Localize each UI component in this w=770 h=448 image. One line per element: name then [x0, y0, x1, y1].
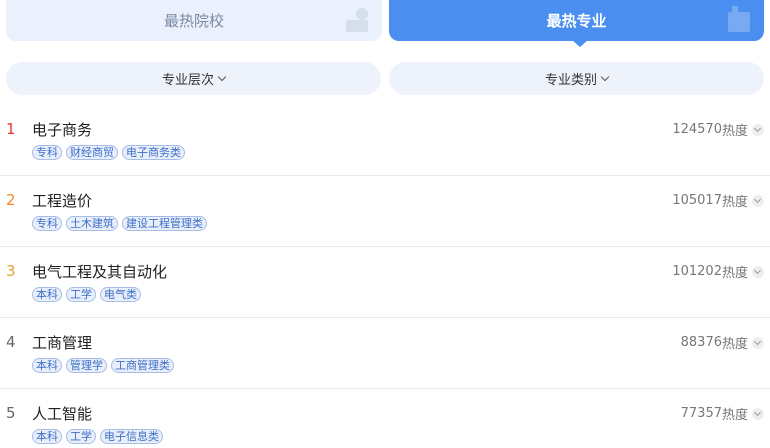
heat-suffix: 热度 — [721, 337, 748, 352]
heat-value: 88376 热度 — [681, 333, 764, 352]
chevron-down-icon — [600, 72, 610, 81]
active-tab-pointer — [572, 40, 588, 47]
heat-number: 124570 — [672, 122, 722, 137]
school-decoration-icon — [346, 8, 368, 32]
tag-level: 本科 — [32, 429, 62, 444]
expand-chevron-icon[interactable] — [752, 123, 764, 136]
tag-discipline: 管理学 — [66, 358, 107, 373]
major-category-dropdown[interactable]: 专业类别 — [389, 62, 764, 95]
heat-suffix: 热度 — [721, 124, 748, 139]
tag-level: 专科 — [32, 216, 62, 231]
major-level-dropdown[interactable]: 专业层次 — [6, 62, 381, 95]
tag-category: 电子商务类 — [122, 145, 185, 160]
major-decoration-icon — [728, 6, 750, 32]
filter-bar: 专业层次 专业类别 — [6, 62, 764, 95]
list-item[interactable]: 5 人工智能 本科 工学 电子信息类 77357 热度 — [0, 389, 770, 448]
tag-group: 本科 管理学 工商管理类 — [32, 358, 174, 373]
list-item[interactable]: 4 工商管理 本科 管理学 工商管理类 88376 热度 — [0, 318, 770, 389]
tag-category: 建设工程管理类 — [122, 216, 207, 231]
tag-category: 电气类 — [100, 287, 141, 302]
tag-discipline: 工学 — [66, 429, 96, 444]
tag-group: 专科 土木建筑 建设工程管理类 — [32, 216, 207, 231]
heat-value: 105017 热度 — [672, 191, 764, 210]
list-item[interactable]: 3 电气工程及其自动化 本科 工学 电气类 101202 热度 — [0, 247, 770, 318]
tag-discipline: 财经商贸 — [66, 145, 118, 160]
major-name: 工商管理 — [32, 334, 93, 352]
heat-number: 105017 — [672, 193, 722, 208]
major-name: 电子商务 — [32, 121, 93, 139]
heat-value: 77357 热度 — [681, 404, 764, 423]
major-name: 人工智能 — [32, 405, 93, 423]
list-item[interactable]: 1 电子商务 专科 财经商贸 电子商务类 124570 热度 — [0, 105, 770, 176]
expand-chevron-icon[interactable] — [752, 336, 764, 349]
tag-group: 本科 工学 电子信息类 — [32, 429, 163, 444]
tab-bar: 最热院校 最热专业 — [6, 0, 764, 47]
tag-discipline: 工学 — [66, 287, 96, 302]
heat-suffix: 热度 — [721, 266, 748, 281]
chevron-down-icon — [217, 72, 227, 81]
rank-number: 1 — [6, 120, 16, 138]
heat-value: 101202 热度 — [672, 262, 764, 281]
rank-number: 4 — [6, 333, 16, 351]
tag-group: 专科 财经商贸 电子商务类 — [32, 145, 185, 160]
tag-level: 本科 — [32, 287, 62, 302]
rank-number: 5 — [6, 404, 16, 422]
expand-chevron-icon[interactable] — [752, 194, 764, 207]
tag-category: 电子信息类 — [100, 429, 163, 444]
heat-number: 88376 — [680, 335, 722, 350]
heat-suffix: 热度 — [721, 195, 748, 210]
tab-hot-majors-label: 最热专业 — [546, 12, 607, 30]
heat-number: 101202 — [672, 264, 722, 279]
major-name: 电气工程及其自动化 — [32, 263, 168, 281]
tag-group: 本科 工学 电气类 — [32, 287, 141, 302]
tag-discipline: 土木建筑 — [66, 216, 118, 231]
heat-number: 77357 — [680, 406, 722, 421]
major-category-label: 专业类别 — [544, 73, 597, 88]
list-item[interactable]: 2 工程造价 专科 土木建筑 建设工程管理类 105017 热度 — [0, 176, 770, 247]
major-ranking-list: 1 电子商务 专科 财经商贸 电子商务类 124570 热度 2 工程造价 专科 … — [0, 105, 770, 448]
tag-level: 本科 — [32, 358, 62, 373]
tab-hot-majors[interactable]: 最热专业 — [389, 0, 764, 41]
rank-number: 3 — [6, 262, 16, 280]
major-name: 工程造价 — [32, 192, 93, 210]
tab-hot-schools[interactable]: 最热院校 — [6, 0, 382, 41]
tab-hot-schools-label: 最热院校 — [163, 12, 224, 30]
expand-chevron-icon[interactable] — [752, 407, 764, 420]
rank-number: 2 — [6, 191, 16, 209]
heat-value: 124570 热度 — [672, 120, 764, 139]
expand-chevron-icon[interactable] — [752, 265, 764, 278]
tag-category: 工商管理类 — [111, 358, 174, 373]
major-level-label: 专业层次 — [161, 73, 214, 88]
tag-level: 专科 — [32, 145, 62, 160]
heat-suffix: 热度 — [721, 408, 748, 423]
